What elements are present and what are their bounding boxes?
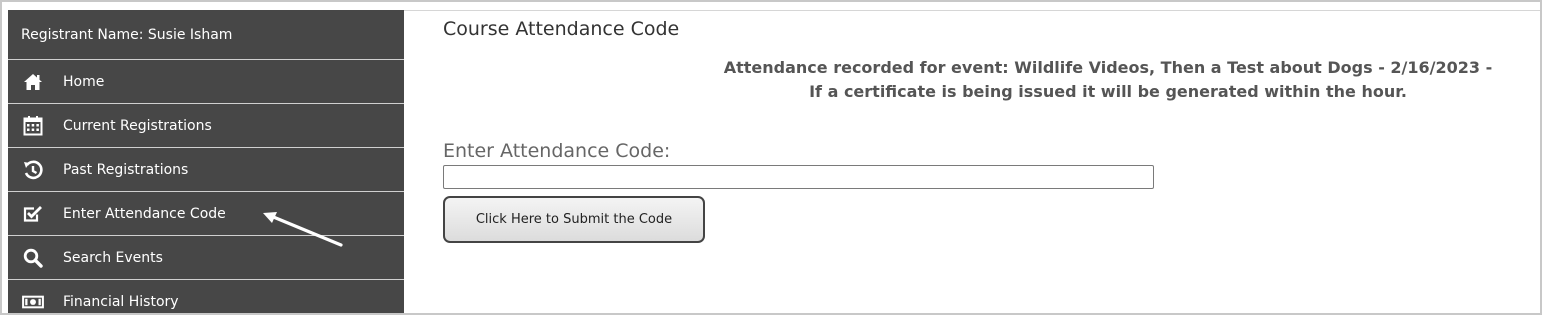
sidebar: Registrant Name: Susie Isham Home Curren…: [8, 10, 404, 313]
attendance-notice: Attendance recorded for event: Wildlife …: [443, 56, 1523, 104]
submit-code-button[interactable]: Click Here to Submit the Code: [443, 196, 705, 243]
annotation-arrow: [263, 212, 343, 247]
sidebar-item-past-registrations[interactable]: Past Registrations: [8, 148, 404, 192]
sidebar-item-current-registrations[interactable]: Current Registrations: [8, 104, 404, 148]
sidebar-item-financial-history[interactable]: Financial History: [8, 280, 404, 313]
checkbox-icon: [22, 203, 44, 225]
notice-line-1: Attendance recorded for event: Wildlife …: [723, 58, 1493, 77]
sidebar-item-label: Financial History: [63, 293, 179, 310]
top-divider: [404, 10, 1540, 11]
registrant-name: Registrant Name: Susie Isham: [8, 10, 404, 60]
sidebar-item-label: Past Registrations: [63, 161, 189, 178]
attendance-code-input[interactable]: [443, 165, 1154, 189]
search-icon: [22, 247, 44, 269]
history-icon: [22, 159, 44, 181]
sidebar-item-label: Home: [63, 73, 105, 90]
attendance-code-label: Enter Attendance Code:: [443, 140, 671, 162]
home-icon: [22, 71, 44, 93]
sidebar-item-home[interactable]: Home: [8, 60, 404, 104]
notice-line-2: If a certificate is being issued it will…: [809, 82, 1407, 101]
page-title: Course Attendance Code: [443, 18, 680, 40]
sidebar-item-label: Enter Attendance Code: [63, 205, 226, 222]
main-content: Course Attendance Code Attendance record…: [443, 18, 1523, 243]
calendar-icon: [22, 115, 44, 137]
page-frame: Registrant Name: Susie Isham Home Curren…: [0, 0, 1542, 315]
sidebar-item-label: Search Events: [63, 249, 163, 266]
sidebar-item-label: Current Registrations: [63, 117, 212, 134]
money-icon: [22, 291, 44, 313]
